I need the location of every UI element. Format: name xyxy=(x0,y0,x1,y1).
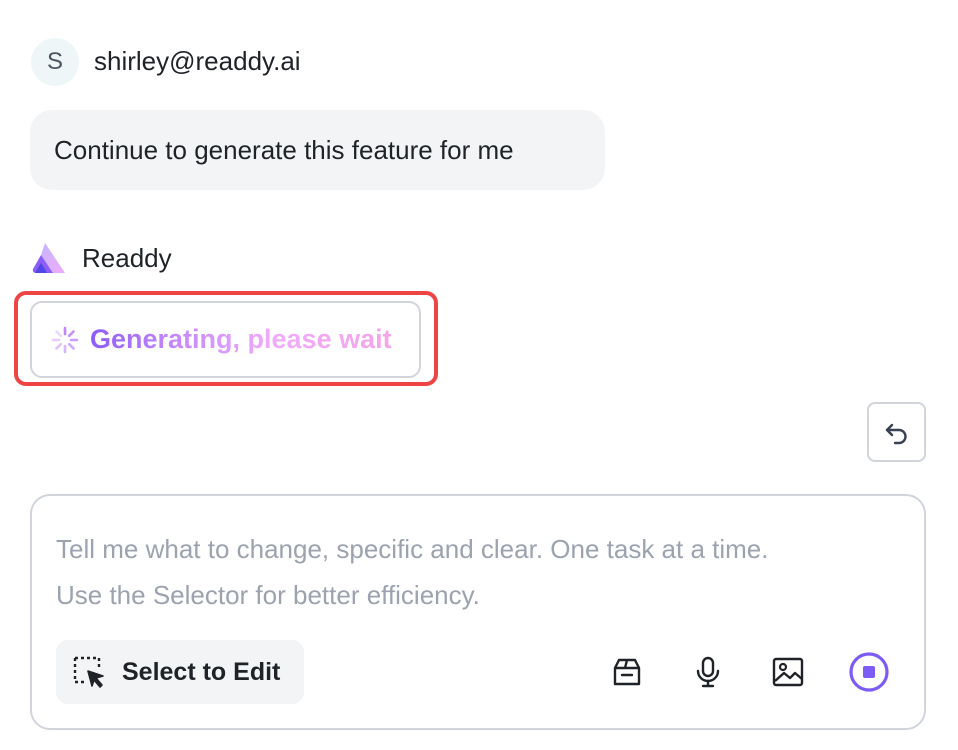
avatar-initial: S xyxy=(46,48,63,75)
user-message-bubble: Continue to generate this feature for me xyxy=(30,110,605,190)
image-upload-button[interactable] xyxy=(766,650,810,694)
stop-generation-button[interactable] xyxy=(845,648,893,696)
undo-button[interactable] xyxy=(867,402,926,462)
user-message-text: Continue to generate this feature for me xyxy=(54,134,514,165)
loading-spinner-icon xyxy=(51,326,79,353)
select-to-edit-button[interactable]: Select to Edit xyxy=(56,640,304,704)
user-email: shirley@readdy.ai xyxy=(94,46,301,76)
stop-icon xyxy=(849,652,889,692)
microphone-button[interactable] xyxy=(686,650,730,694)
assistant-name: Readdy xyxy=(82,243,172,273)
undo-icon xyxy=(885,423,907,445)
composer-input[interactable]: Tell me what to change, specific and cle… xyxy=(56,526,886,618)
user-avatar: S xyxy=(31,38,79,86)
select-cursor-icon xyxy=(73,656,104,688)
composer-placeholder-line-2: Use the Selector for better efficiency. xyxy=(56,580,480,610)
composer-placeholder-line-1: Tell me what to change, specific and cle… xyxy=(56,534,769,564)
image-icon xyxy=(772,657,804,687)
package-button[interactable] xyxy=(605,650,649,694)
package-icon xyxy=(613,658,641,686)
generating-status-pill: Generating, please wait xyxy=(30,301,421,378)
select-to-edit-label: Select to Edit xyxy=(122,657,281,686)
microphone-icon xyxy=(696,656,720,688)
readdy-logo-icon xyxy=(32,243,65,273)
generating-status-text: Generating, please wait xyxy=(90,324,392,354)
